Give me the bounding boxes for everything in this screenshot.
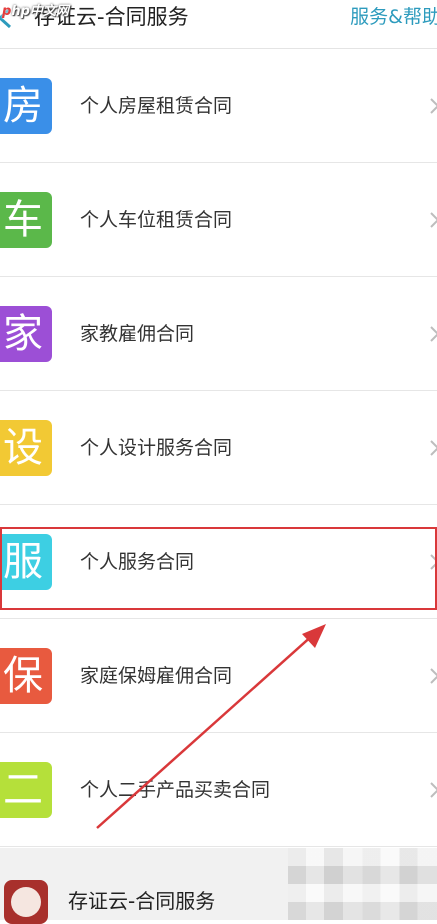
top-bar: 存证云-合同服务 php中文网 服务&帮助 [0,0,437,49]
contract-badge: 服 [0,534,52,590]
blurred-region [288,848,437,920]
chevron-right-icon [430,668,437,684]
contract-badge: 二 [0,762,52,818]
contract-label: 个人车位租赁合同 [80,209,233,231]
contract-badge: 房 [0,78,52,134]
contract-label: 个人房屋租赁合同 [80,95,233,117]
contract-item-tutor-employment[interactable]: 家 家教雇佣合同 [0,277,437,391]
contract-item-house-rental[interactable]: 房 个人房屋租赁合同 [0,49,437,163]
contract-label: 个人二手产品买卖合同 [80,779,271,801]
contract-label: 个人设计服务合同 [80,437,233,459]
chevron-right-icon [430,98,437,114]
app-logo-icon [4,880,48,924]
chevron-right-icon [430,440,437,456]
watermark-prefix: p [2,4,12,19]
footer-title: 存证云-合同服务 [68,889,216,913]
contract-badge: 家 [0,306,52,362]
contract-label: 家教雇佣合同 [80,323,195,345]
contract-item-secondhand-sale[interactable]: 二 个人二手产品买卖合同 [0,733,437,847]
watermark: php中文网 [2,4,69,20]
contract-badge: 设 [0,420,52,476]
contract-item-design-service[interactable]: 设 个人设计服务合同 [0,391,437,505]
chevron-right-icon [430,326,437,342]
contract-item-nanny-employment[interactable]: 保 家庭保姆雇佣合同 [0,619,437,733]
chevron-right-icon [430,554,437,570]
contract-list: 房 个人房屋租赁合同 车 个人车位租赁合同 家 家教雇佣合同 设 个人设计服务合… [0,49,437,847]
contract-label: 家庭保姆雇佣合同 [80,665,233,687]
chevron-right-icon [430,782,437,798]
contract-item-personal-service[interactable]: 服 个人服务合同 [0,505,437,619]
contract-label: 个人服务合同 [80,551,195,573]
service-help-link[interactable]: 服务&帮助 [350,2,437,32]
watermark-text: hp中文网 [11,4,69,19]
contract-badge: 保 [0,648,52,704]
contract-badge: 车 [0,192,52,248]
chevron-right-icon [430,212,437,228]
contract-item-parking-rental[interactable]: 车 个人车位租赁合同 [0,163,437,277]
